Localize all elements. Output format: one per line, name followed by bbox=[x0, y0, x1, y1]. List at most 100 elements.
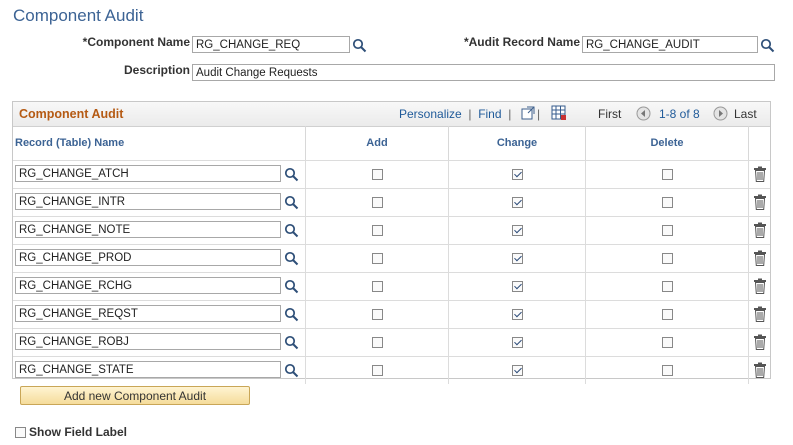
change-cell bbox=[449, 189, 586, 216]
record-name-input[interactable] bbox=[15, 361, 281, 378]
component-name-input[interactable] bbox=[192, 36, 350, 53]
delete-checkbox[interactable] bbox=[662, 169, 673, 180]
change-checkbox[interactable] bbox=[512, 253, 523, 264]
record-lookup-icon[interactable] bbox=[284, 195, 300, 211]
personalize-link[interactable]: Personalize bbox=[399, 107, 462, 121]
trash-icon[interactable] bbox=[753, 250, 767, 266]
new-window-icon[interactable] bbox=[521, 106, 535, 125]
record-cell bbox=[13, 301, 306, 328]
component-name-label: *Component Name bbox=[82, 35, 190, 49]
record-name-input[interactable] bbox=[15, 165, 281, 182]
add-cell bbox=[306, 329, 449, 356]
table-row bbox=[13, 160, 770, 188]
add-cell bbox=[306, 273, 449, 300]
find-link[interactable]: Find bbox=[478, 107, 501, 121]
add-checkbox[interactable] bbox=[372, 169, 383, 180]
nav-separator: | bbox=[465, 107, 475, 121]
delete-cell bbox=[586, 217, 749, 244]
trash-icon[interactable] bbox=[753, 306, 767, 322]
delete-cell bbox=[586, 273, 749, 300]
delete-checkbox[interactable] bbox=[662, 197, 673, 208]
col-delete-header: Delete bbox=[586, 126, 749, 160]
change-checkbox[interactable] bbox=[512, 225, 523, 236]
show-field-label-text: Show Field Label bbox=[29, 425, 128, 439]
show-field-label: Show Field Label bbox=[15, 425, 127, 439]
record-lookup-icon[interactable] bbox=[284, 251, 300, 267]
trash-icon[interactable] bbox=[753, 334, 767, 350]
delete-checkbox[interactable] bbox=[662, 309, 673, 320]
record-name-input[interactable] bbox=[15, 249, 281, 266]
delete-checkbox[interactable] bbox=[662, 365, 673, 376]
nav-separator: | bbox=[504, 107, 515, 121]
audit-record-input[interactable] bbox=[582, 36, 758, 53]
record-cell bbox=[13, 161, 306, 188]
trash-icon[interactable] bbox=[753, 362, 767, 378]
add-checkbox[interactable] bbox=[372, 281, 383, 292]
record-cell bbox=[13, 329, 306, 356]
delete-checkbox[interactable] bbox=[662, 337, 673, 348]
col-add-header: Add bbox=[306, 126, 449, 160]
record-lookup-icon[interactable] bbox=[284, 335, 300, 351]
record-lookup-icon[interactable] bbox=[284, 363, 300, 379]
col-change-header: Change bbox=[449, 126, 586, 160]
page-title: Component Audit bbox=[13, 6, 144, 25]
delete-cell bbox=[586, 357, 749, 384]
next-arrow-icon[interactable] bbox=[713, 106, 728, 126]
table-row bbox=[13, 328, 770, 356]
record-name-input[interactable] bbox=[15, 193, 281, 210]
record-lookup-icon[interactable] bbox=[284, 279, 300, 295]
delete-checkbox[interactable] bbox=[662, 281, 673, 292]
description-input[interactable] bbox=[192, 64, 775, 81]
audit-record-lookup-icon[interactable] bbox=[760, 38, 776, 54]
delete-cell bbox=[586, 301, 749, 328]
change-checkbox[interactable] bbox=[512, 309, 523, 320]
record-name-input[interactable] bbox=[15, 277, 281, 294]
record-cell bbox=[13, 357, 306, 384]
record-cell bbox=[13, 273, 306, 300]
add-new-component-audit-button[interactable]: Add new Component Audit bbox=[20, 386, 250, 405]
add-checkbox[interactable] bbox=[372, 253, 383, 264]
trash-icon[interactable] bbox=[753, 194, 767, 210]
change-cell bbox=[449, 161, 586, 188]
record-lookup-icon[interactable] bbox=[284, 167, 300, 183]
change-checkbox[interactable] bbox=[512, 197, 523, 208]
table-row bbox=[13, 356, 770, 384]
prev-arrow-icon[interactable] bbox=[636, 106, 651, 126]
component-audit-grid: Component Audit Personalize | Find | | F… bbox=[12, 101, 771, 384]
nav-separator: | bbox=[537, 107, 541, 121]
record-name-input[interactable] bbox=[15, 333, 281, 350]
delete-checkbox[interactable] bbox=[662, 253, 673, 264]
add-checkbox[interactable] bbox=[372, 309, 383, 320]
trash-icon[interactable] bbox=[753, 278, 767, 294]
change-checkbox[interactable] bbox=[512, 281, 523, 292]
table-row bbox=[13, 188, 770, 216]
record-name-input[interactable] bbox=[15, 221, 281, 238]
add-checkbox[interactable] bbox=[372, 365, 383, 376]
trash-icon[interactable] bbox=[753, 166, 767, 182]
component-name-lookup-icon[interactable] bbox=[352, 38, 368, 54]
col-record-header: Record (Table) Name bbox=[13, 126, 306, 160]
delete-cell bbox=[586, 245, 749, 272]
add-cell bbox=[306, 189, 449, 216]
record-name-input[interactable] bbox=[15, 305, 281, 322]
add-checkbox[interactable] bbox=[372, 337, 383, 348]
add-checkbox[interactable] bbox=[372, 225, 383, 236]
record-lookup-icon[interactable] bbox=[284, 307, 300, 323]
delete-cell bbox=[586, 189, 749, 216]
last-label: Last bbox=[734, 107, 757, 121]
download-grid-icon[interactable] bbox=[551, 105, 567, 126]
change-checkbox[interactable] bbox=[512, 365, 523, 376]
change-checkbox[interactable] bbox=[512, 169, 523, 180]
description-label: Description bbox=[123, 63, 190, 77]
trash-icon[interactable] bbox=[753, 222, 767, 238]
delete-checkbox[interactable] bbox=[662, 225, 673, 236]
change-checkbox[interactable] bbox=[512, 337, 523, 348]
show-field-label-checkbox[interactable] bbox=[15, 426, 26, 438]
audit-record-label: *Audit Record Name bbox=[463, 35, 580, 49]
add-cell bbox=[306, 301, 449, 328]
add-checkbox[interactable] bbox=[372, 197, 383, 208]
grid-nav: Personalize | Find | bbox=[399, 107, 515, 121]
grid-header: Component Audit Personalize | Find | | F… bbox=[13, 102, 770, 127]
record-lookup-icon[interactable] bbox=[284, 223, 300, 239]
change-cell bbox=[449, 273, 586, 300]
